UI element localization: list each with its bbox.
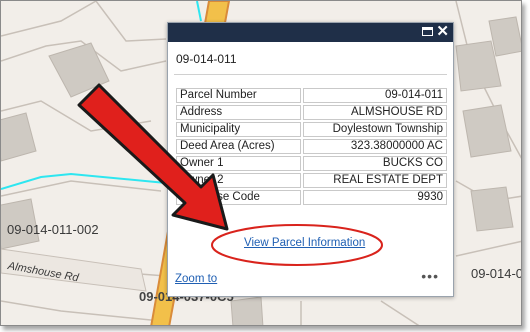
attribute-value: 323.38000000 AC [302, 139, 447, 154]
more-options-icon[interactable]: ••• [421, 268, 439, 284]
highlight-parcel-line [1, 172, 167, 190]
attribute-value: 9930 [302, 190, 447, 205]
table-row: Parcel Number 09-014-011 [176, 88, 447, 103]
close-icon[interactable]: ✕ [436, 24, 449, 40]
maximize-icon[interactable] [422, 27, 433, 36]
attribute-label: Owner 2 [176, 173, 301, 188]
table-row: Land Use Code 9930 [176, 190, 447, 205]
parcel-label-left: 09-014-011-002 [7, 222, 99, 237]
popup-header: ✕ [168, 23, 453, 42]
highlight-parcel-line-top [196, 1, 202, 22]
map-view[interactable]: 09-014-011-002 Almshouse Rd 09-014-037-0… [0, 0, 522, 326]
table-row: Owner 2 REAL ESTATE DEPT [176, 173, 447, 188]
table-row: Address ALMSHOUSE RD [176, 105, 447, 120]
attribute-label: Owner 1 [176, 156, 301, 171]
table-row: Deed Area (Acres) 323.38000000 AC [176, 139, 447, 154]
attribute-value: Doylestown Township [302, 122, 447, 137]
attribute-value: 09-014-011 [302, 88, 447, 103]
table-row: Municipality Doylestown Township [176, 122, 447, 137]
attribute-label: Address [176, 105, 301, 120]
attribute-label: Municipality [176, 122, 301, 137]
attribute-value: BUCKS CO [302, 156, 447, 171]
table-row: Owner 1 BUCKS CO [176, 156, 447, 171]
attribute-label: Parcel Number [176, 88, 301, 103]
parcel-label-right: 09-014-0 [471, 266, 522, 281]
attribute-label: Land Use Code [176, 190, 301, 205]
zoom-to-link[interactable]: Zoom to [175, 273, 217, 285]
view-parcel-information-link[interactable]: View Parcel Information [244, 237, 365, 249]
parcel-popup: ✕ 09-014-011 Parcel Number 09-014-011 Ad… [167, 22, 454, 297]
popup-divider [174, 74, 447, 75]
attribute-value: REAL ESTATE DEPT [302, 173, 447, 188]
attribute-value: ALMSHOUSE RD [302, 105, 447, 120]
attribute-table: Parcel Number 09-014-011 Address ALMSHOU… [174, 86, 449, 207]
attribute-label: Deed Area (Acres) [176, 139, 301, 154]
popup-title: 09-014-011 [176, 52, 237, 66]
